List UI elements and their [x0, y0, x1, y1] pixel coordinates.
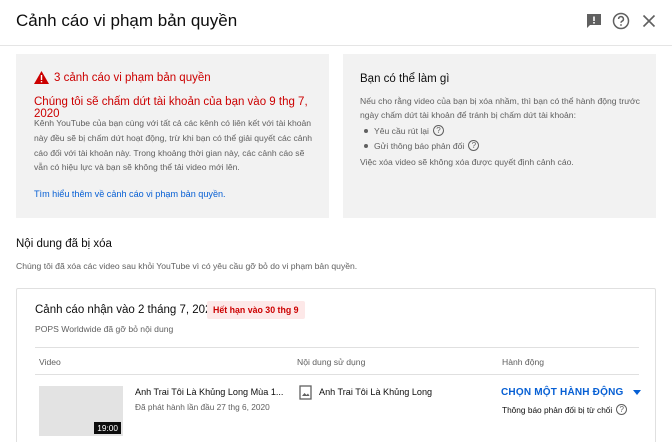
- caret-down-icon: [633, 390, 642, 395]
- option-retraction-label: Yêu cầu rút lại: [374, 125, 429, 136]
- expiry-badge: Hết hạn vào 30 thg 9: [207, 301, 305, 319]
- options-list: Yêu cầu rút lại ? Gửi thông báo phản đối…: [360, 123, 480, 153]
- column-video: Video: [39, 357, 61, 367]
- options-body: Nếu cho rằng video của bạn bị xóa nhầm, …: [360, 96, 640, 120]
- feedback-icon[interactable]: [585, 12, 603, 30]
- option-counter-notification: Gửi thông báo phản đối ?: [360, 138, 480, 153]
- table-header: Video Nội dung sử dụng Hành động: [35, 347, 639, 375]
- video-published-date: Đã phát hành lần đầu 27 thg 6, 2020: [135, 402, 270, 412]
- action-status-text: Thông báo phản đối bị từ chối: [502, 404, 613, 415]
- warning-icon: [34, 71, 49, 84]
- claimant-text: POPS Worldwide đã gỡ bỏ nội dung: [35, 324, 174, 334]
- content-used-name: Anh Trai Tôi Là Khủng Long: [319, 387, 433, 397]
- column-content: Nội dung sử dụng: [297, 357, 366, 367]
- column-action: Hành động: [502, 357, 545, 367]
- dialog-title: Cảnh cáo vi phạm bản quyền: [16, 11, 238, 30]
- video-title[interactable]: Anh Trai Tôi Là Khủng Long Mùa 1...: [135, 387, 283, 397]
- removed-content-description: Chúng tôi đã xóa các video sau khỏi YouT…: [16, 261, 358, 271]
- choose-action-dropdown[interactable]: CHỌN MỘT HÀNH ĐỘNG: [501, 387, 642, 398]
- strike-card: Cảnh cáo nhận vào 2 tháng 7, 2020 Hết hạ…: [16, 288, 656, 442]
- dialog-header: Cảnh cáo vi phạm bản quyền: [0, 0, 672, 46]
- warning-body: Kênh YouTube của bạn cùng với tất cả các…: [34, 118, 313, 173]
- options-title: Bạn có thể làm gì: [360, 73, 450, 85]
- learn-more-link[interactable]: Tìm hiểu thêm về cảnh cáo vi phạm bản qu…: [34, 189, 226, 199]
- help-icon[interactable]: ?: [616, 404, 628, 415]
- bullet: [364, 143, 368, 148]
- video-thumbnail[interactable]: 19:00: [39, 386, 123, 436]
- content-media-icon: [299, 385, 312, 400]
- video-duration: 19:00: [94, 422, 121, 434]
- removed-content-title: Nội dung đã bị xóa: [16, 238, 112, 250]
- action-status: Thông báo phản đối bị từ chối ?: [502, 404, 628, 415]
- choose-action-label: CHỌN MỘT HÀNH ĐỘNG: [501, 387, 624, 398]
- option-counter-label: Gửi thông báo phản đối: [374, 140, 465, 151]
- help-icon[interactable]: [612, 12, 630, 30]
- strike-warning-card: 3 cảnh cáo vi phạm bản quyền Chúng tôi s…: [16, 54, 329, 218]
- options-footer: Việc xóa video sẽ không xóa được quyết đ…: [360, 157, 574, 167]
- help-icon[interactable]: ?: [432, 125, 444, 136]
- bullet: [364, 128, 368, 133]
- close-icon[interactable]: [640, 12, 658, 30]
- option-retraction: Yêu cầu rút lại ?: [360, 123, 479, 138]
- warning-row: 3 cảnh cáo vi phạm bản quyền: [34, 71, 211, 84]
- options-card: Bạn có thể làm gì Nếu cho rằng video của…: [343, 54, 656, 218]
- strike-received-title: Cảnh cáo nhận vào 2 tháng 7, 2020: [35, 304, 218, 316]
- help-icon[interactable]: ?: [468, 140, 480, 151]
- strike-count-title: 3 cảnh cáo vi phạm bản quyền: [54, 71, 211, 84]
